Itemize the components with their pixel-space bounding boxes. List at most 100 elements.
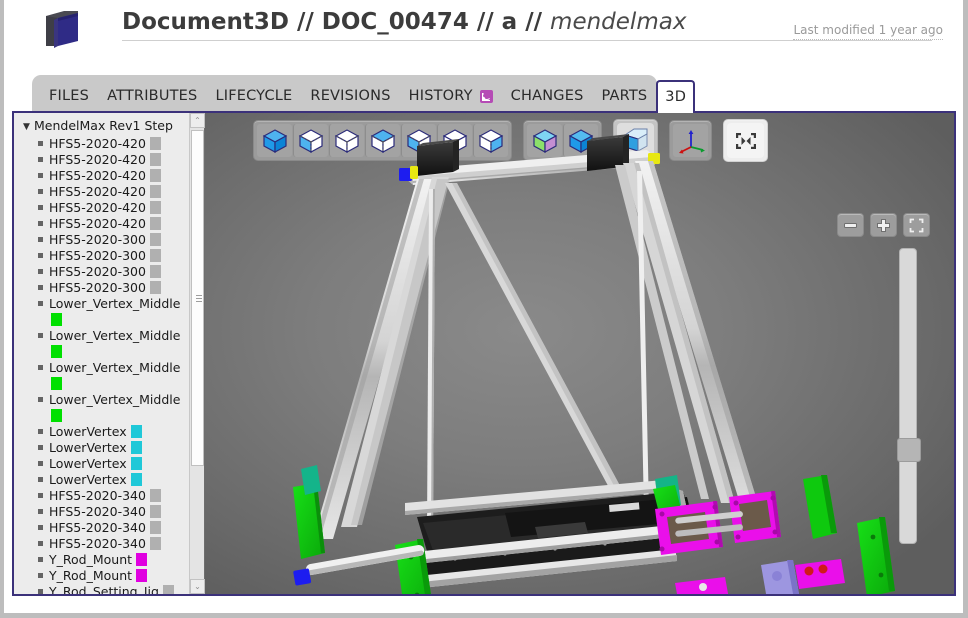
- tree-item-color-swatch[interactable]: [130, 441, 142, 454]
- tree-item-color-swatch[interactable]: [51, 377, 62, 390]
- 3d-viewport[interactable]: [205, 113, 954, 594]
- tree-bullet-icon: [38, 584, 49, 594]
- tree-item[interactable]: HFS5-2020-420: [14, 152, 189, 168]
- tree-item-label: HFS5-2020-300: [49, 248, 146, 263]
- tree-item-color-swatch[interactable]: [149, 281, 161, 294]
- zoom-in-button[interactable]: [870, 213, 897, 237]
- tree-item-color-swatch[interactable]: [149, 249, 161, 262]
- tree-item-color-swatch[interactable]: [149, 537, 161, 550]
- tree-root-node[interactable]: ▼ MendelMax Rev1 Step: [14, 117, 189, 136]
- tree-item-label: HFS5-2020-420: [49, 152, 146, 167]
- tab-files[interactable]: FILES: [40, 81, 98, 111]
- tab-revisions[interactable]: REVISIONS: [301, 81, 399, 111]
- tree-item-color-swatch[interactable]: [51, 409, 62, 422]
- tree-item-color-swatch[interactable]: [149, 265, 161, 278]
- tree-item-color-swatch[interactable]: [162, 585, 174, 594]
- tab-changes[interactable]: CHANGES: [502, 81, 593, 111]
- tree-item-content: HFS5-2020-420: [49, 152, 161, 168]
- tree-item[interactable]: HFS5-2020-300: [14, 232, 189, 248]
- tree-item[interactable]: Lower_Vertex_Middle: [14, 392, 189, 424]
- tab-lifecycle[interactable]: LIFECYCLE: [206, 81, 301, 111]
- tree-item-color-swatch[interactable]: [136, 569, 148, 582]
- tree-item-label: LowerVertex: [49, 424, 127, 439]
- title-revision: a: [501, 9, 518, 35]
- tree-scrollbar[interactable]: ⌃ ⌄: [189, 113, 205, 594]
- assembly-tree-pane[interactable]: ▼ MendelMax Rev1 Step HFS5-2020-420 HFS5-…: [14, 113, 189, 594]
- tree-item-label: Lower_Vertex_Middle: [49, 296, 181, 311]
- tree-root-label: MendelMax Rev1 Step: [34, 118, 173, 133]
- tree-item[interactable]: HFS5-2020-420: [14, 216, 189, 232]
- tree-item-color-swatch[interactable]: [149, 137, 161, 150]
- tree-item-content: Y_Rod_Setting_Jig: [49, 584, 174, 594]
- rss-icon[interactable]: [479, 89, 493, 103]
- tree-item[interactable]: HFS5-2020-420: [14, 136, 189, 152]
- tree-item[interactable]: HFS5-2020-300: [14, 264, 189, 280]
- tree-item[interactable]: Lower_Vertex_Middle: [14, 360, 189, 392]
- tree-item[interactable]: HFS5-2020-340: [14, 504, 189, 520]
- tab-attributes[interactable]: ATTRIBUTES: [98, 81, 206, 111]
- tree-item[interactable]: HFS5-2020-420: [14, 168, 189, 184]
- tree-item[interactable]: LowerVertex: [14, 472, 189, 488]
- tree-item-content: HFS5-2020-420: [49, 184, 161, 200]
- tree-item-color-swatch[interactable]: [149, 521, 161, 534]
- tree-bullet-icon: [38, 280, 49, 290]
- tree-item[interactable]: HFS5-2020-420: [14, 184, 189, 200]
- tab-parts[interactable]: PARTS: [592, 81, 656, 111]
- tree-item[interactable]: HFS5-2020-300: [14, 248, 189, 264]
- tree-bullet-icon: [38, 472, 49, 482]
- tree-item[interactable]: HFS5-2020-420: [14, 200, 189, 216]
- tree-bullet-icon: [38, 296, 49, 306]
- tree-item[interactable]: LowerVertex: [14, 424, 189, 440]
- tree-bullet-icon: [38, 168, 49, 178]
- tree-item-color-swatch[interactable]: [149, 185, 161, 198]
- last-modified-label: Last modified 1 year ago: [793, 23, 943, 40]
- tree-item[interactable]: LowerVertex: [14, 456, 189, 472]
- zoom-slider-thumb[interactable]: [897, 438, 921, 462]
- tree-item-color-swatch[interactable]: [149, 505, 161, 518]
- scroll-down-button[interactable]: ⌄: [190, 579, 205, 594]
- tree-item[interactable]: HFS5-2020-340: [14, 488, 189, 504]
- tab-label: REVISIONS: [310, 88, 391, 104]
- tree-item[interactable]: HFS5-2020-340: [14, 520, 189, 536]
- tree-item-color-swatch[interactable]: [130, 473, 142, 486]
- tree-item-color-swatch[interactable]: [149, 217, 161, 230]
- tree-item-color-swatch[interactable]: [149, 153, 161, 166]
- tree-item[interactable]: HFS5-2020-300: [14, 280, 189, 296]
- tree-item-color-swatch[interactable]: [130, 457, 142, 470]
- tree-item-color-swatch[interactable]: [149, 169, 161, 182]
- tree-bullet-icon: [38, 488, 49, 498]
- zoom-fit-button[interactable]: [903, 213, 930, 237]
- tree-item-label: HFS5-2020-340: [49, 520, 146, 535]
- tree-item-color-swatch[interactable]: [149, 201, 161, 214]
- tab-3d[interactable]: 3D: [656, 80, 696, 113]
- window-edge-left: [0, 0, 4, 618]
- tree-item-content: HFS5-2020-300: [49, 280, 161, 296]
- tree-item[interactable]: Y_Rod_Setting_Jig: [14, 584, 189, 594]
- tree-item[interactable]: LowerVertex: [14, 440, 189, 456]
- tree-bullet-icon: [38, 456, 49, 466]
- tree-item-content: LowerVertex: [49, 456, 142, 472]
- tab-history[interactable]: HISTORY: [400, 81, 502, 111]
- tree-item-color-swatch[interactable]: [51, 345, 62, 358]
- tree-item-label: LowerVertex: [49, 472, 127, 487]
- tree-item[interactable]: Y_Rod_Mount: [14, 568, 189, 584]
- scroll-up-button[interactable]: ⌃: [190, 113, 205, 128]
- zoom-out-button[interactable]: [837, 213, 864, 237]
- scrollbar-thumb[interactable]: [191, 130, 204, 466]
- tree-item[interactable]: Y_Rod_Mount: [14, 552, 189, 568]
- tree-item-label: Y_Rod_Mount: [49, 552, 133, 567]
- tree-item-color-swatch[interactable]: [51, 313, 62, 326]
- tree-item-content: HFS5-2020-420: [49, 200, 161, 216]
- tree-item[interactable]: HFS5-2020-340: [14, 536, 189, 552]
- tree-item-color-swatch[interactable]: [149, 233, 161, 246]
- tree-item-content: LowerVertex: [49, 440, 142, 456]
- tree-item[interactable]: Lower_Vertex_Middle: [14, 328, 189, 360]
- title-doc-name: mendelmax: [550, 9, 687, 35]
- tree-item-color-swatch[interactable]: [136, 553, 148, 566]
- tree-expand-caret[interactable]: ▼: [23, 118, 34, 135]
- tree-item-color-swatch[interactable]: [130, 425, 142, 438]
- zoom-slider[interactable]: [897, 248, 921, 544]
- tree-item[interactable]: Lower_Vertex_Middle: [14, 296, 189, 328]
- tree-bullet-icon: [38, 216, 49, 226]
- tree-item-color-swatch[interactable]: [149, 489, 161, 502]
